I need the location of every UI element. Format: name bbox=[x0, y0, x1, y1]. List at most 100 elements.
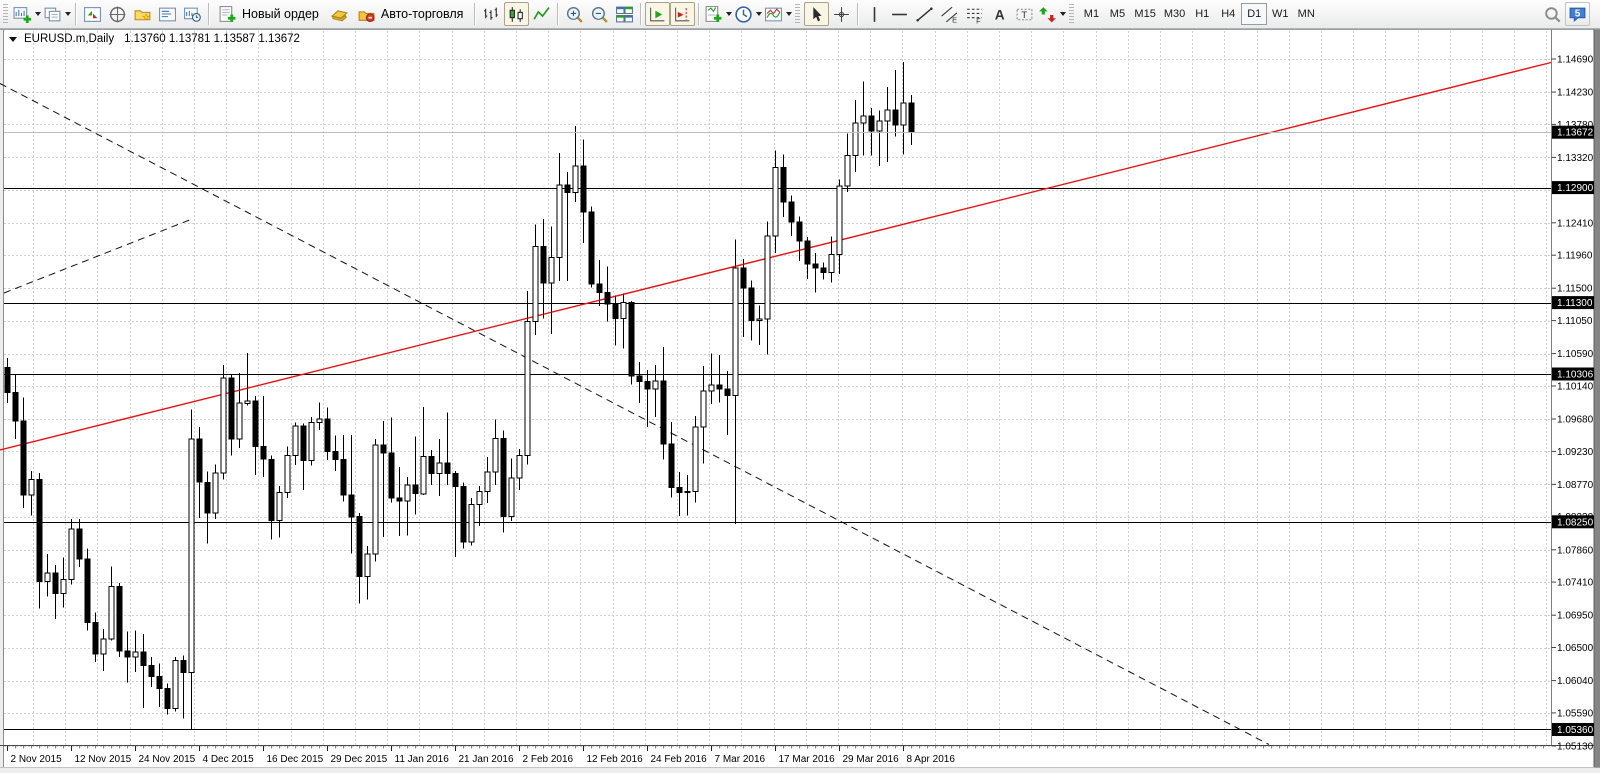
terminal[interactable] bbox=[155, 2, 180, 26]
zoom-in[interactable] bbox=[562, 2, 587, 26]
data-window[interactable] bbox=[105, 2, 130, 26]
timeframe-button-h1[interactable]: H1 bbox=[1189, 3, 1215, 25]
fibo-icon: F bbox=[967, 8, 983, 24]
toolbar-separator bbox=[640, 3, 643, 25]
chart-title-bar: EURUSD.m,Daily 1.13760 1.13781 1.13587 1… bbox=[9, 33, 300, 45]
svg-text:12 Nov 2015: 12 Nov 2015 bbox=[75, 754, 132, 765]
svg-text:1.14230: 1.14230 bbox=[1557, 88, 1594, 99]
svg-text:1.11300: 1.11300 bbox=[1557, 298, 1593, 309]
data-window-icon bbox=[109, 6, 126, 22]
toolbar-separator bbox=[857, 3, 860, 25]
toolbar-separator bbox=[474, 3, 477, 25]
market-watch[interactable] bbox=[80, 2, 105, 26]
timeframe-button-mn[interactable]: MN bbox=[1293, 3, 1319, 25]
new-chart[interactable] bbox=[12, 2, 42, 26]
toolbar-separator bbox=[557, 3, 560, 25]
templates-menu[interactable] bbox=[763, 2, 793, 26]
line-chart-icon bbox=[533, 6, 550, 20]
svg-text:17 Mar 2016: 17 Mar 2016 bbox=[779, 754, 836, 765]
metaeditor[interactable] bbox=[327, 2, 352, 26]
horizontal-line-tool[interactable] bbox=[887, 2, 912, 26]
dropdown-arrow-icon[interactable] bbox=[35, 12, 41, 16]
svg-text:1.10140: 1.10140 bbox=[1557, 382, 1594, 393]
svg-text:7 Mar 2016: 7 Mar 2016 bbox=[715, 754, 766, 765]
trendline-tool[interactable] bbox=[912, 2, 937, 26]
market-watch-icon bbox=[84, 6, 101, 22]
timeframe-button-d1[interactable]: D1 bbox=[1241, 3, 1268, 25]
svg-text:1.12410: 1.12410 bbox=[1557, 218, 1594, 229]
cursor-icon bbox=[813, 6, 822, 21]
timeframe-button-m5[interactable]: M5 bbox=[1104, 3, 1130, 25]
indicators-list[interactable] bbox=[703, 2, 733, 26]
timeframe-button-h4[interactable]: H4 bbox=[1215, 3, 1241, 25]
periods-icon bbox=[735, 5, 753, 23]
chart-shift[interactable] bbox=[670, 2, 696, 26]
svg-text:24 Feb 2016: 24 Feb 2016 bbox=[651, 754, 708, 765]
strategy-tester[interactable] bbox=[180, 2, 205, 26]
dropdown-arrow-icon[interactable] bbox=[756, 12, 763, 16]
vertical-line-tool[interactable] bbox=[862, 2, 887, 26]
timeframe-button-m30[interactable]: M30 bbox=[1160, 3, 1189, 25]
svg-text:1.13672: 1.13672 bbox=[1557, 128, 1594, 139]
arrows-tool[interactable] bbox=[1037, 2, 1067, 26]
text-tool[interactable]: A bbox=[987, 2, 1012, 26]
svg-text:1.07410: 1.07410 bbox=[1557, 578, 1594, 589]
auto-trading-button[interactable]: Авто-торговля bbox=[352, 2, 472, 26]
toolbar-grip[interactable] bbox=[795, 4, 801, 24]
svg-text:11 Jan 2016: 11 Jan 2016 bbox=[395, 754, 450, 765]
svg-text:1.05360: 1.05360 bbox=[1557, 725, 1594, 736]
dropdown-arrow-icon[interactable] bbox=[786, 12, 793, 16]
template-icon bbox=[765, 7, 783, 21]
svg-text:1.08250: 1.08250 bbox=[1557, 517, 1594, 528]
dropdown-arrow-icon[interactable] bbox=[726, 12, 733, 16]
svg-text:5: 5 bbox=[1575, 8, 1581, 19]
chart-area[interactable]: 1.146901.142301.137801.133201.128701.124… bbox=[0, 29, 1600, 773]
arrows-icon bbox=[1039, 6, 1057, 22]
dropdown-arrow-icon[interactable] bbox=[65, 12, 71, 16]
alert-icon: 5 bbox=[1569, 7, 1586, 22]
autoscroll-icon bbox=[650, 7, 665, 21]
svg-text:1.09230: 1.09230 bbox=[1557, 447, 1594, 458]
timeframe-button-m1[interactable]: M1 bbox=[1078, 3, 1104, 25]
svg-text:1.06950: 1.06950 bbox=[1557, 611, 1594, 622]
toolbar-separator bbox=[208, 3, 210, 25]
auto-scroll[interactable] bbox=[645, 2, 671, 26]
bar-chart-mode[interactable] bbox=[479, 2, 504, 26]
svg-text:1.05130: 1.05130 bbox=[1557, 742, 1594, 753]
candlestick-mode[interactable] bbox=[504, 2, 530, 26]
periods-menu[interactable] bbox=[733, 2, 763, 26]
chart-profiles[interactable] bbox=[42, 2, 72, 26]
timeframe-button-m15[interactable]: M15 bbox=[1130, 3, 1159, 25]
search-icon bbox=[1545, 6, 1561, 22]
autotrade-icon bbox=[358, 10, 375, 22]
chart-ohlc-quote: 1.13760 1.13781 1.13587 1.13672 bbox=[124, 33, 300, 45]
equidistant-channel-tool[interactable]: E bbox=[937, 2, 962, 26]
dropdown-arrow-icon[interactable] bbox=[1060, 12, 1067, 16]
svg-text:1.11960: 1.11960 bbox=[1557, 251, 1593, 262]
search[interactable] bbox=[1540, 2, 1565, 26]
notifications[interactable]: 5 bbox=[1565, 2, 1590, 26]
fibonacci-tool[interactable]: F bbox=[962, 2, 987, 26]
svg-text:1.13320: 1.13320 bbox=[1557, 153, 1594, 164]
tile-windows[interactable] bbox=[612, 2, 637, 26]
chart-symbol-period: EURUSD.m,Daily bbox=[24, 33, 115, 45]
zoom-out[interactable] bbox=[587, 2, 612, 26]
journal-icon bbox=[330, 9, 348, 21]
text-icon: A bbox=[995, 7, 1005, 22]
navigator[interactable] bbox=[130, 2, 155, 26]
profiles-icon bbox=[44, 7, 61, 21]
toolbar: Новый ордер Авто-торговля E F A T M1 M5 M15 M30 H1… bbox=[0, 0, 1600, 29]
svg-text:1.06500: 1.06500 bbox=[1557, 643, 1594, 654]
cursor-tool[interactable] bbox=[804, 2, 830, 26]
one-click-collapse-icon[interactable] bbox=[9, 37, 17, 42]
toolbar-grip[interactable] bbox=[1069, 4, 1075, 24]
svg-text:T: T bbox=[1022, 10, 1028, 21]
new-order-icon bbox=[219, 5, 236, 22]
line-chart-mode[interactable] bbox=[529, 2, 554, 26]
text-label-tool[interactable]: T bbox=[1012, 2, 1037, 26]
new-order-button[interactable]: Новый ордер bbox=[213, 2, 327, 26]
svg-text:29 Mar 2016: 29 Mar 2016 bbox=[843, 754, 900, 765]
timeframe-button-w1[interactable]: W1 bbox=[1267, 3, 1293, 25]
crosshair-tool[interactable] bbox=[829, 2, 854, 26]
toolbar-grip[interactable] bbox=[3, 4, 8, 24]
